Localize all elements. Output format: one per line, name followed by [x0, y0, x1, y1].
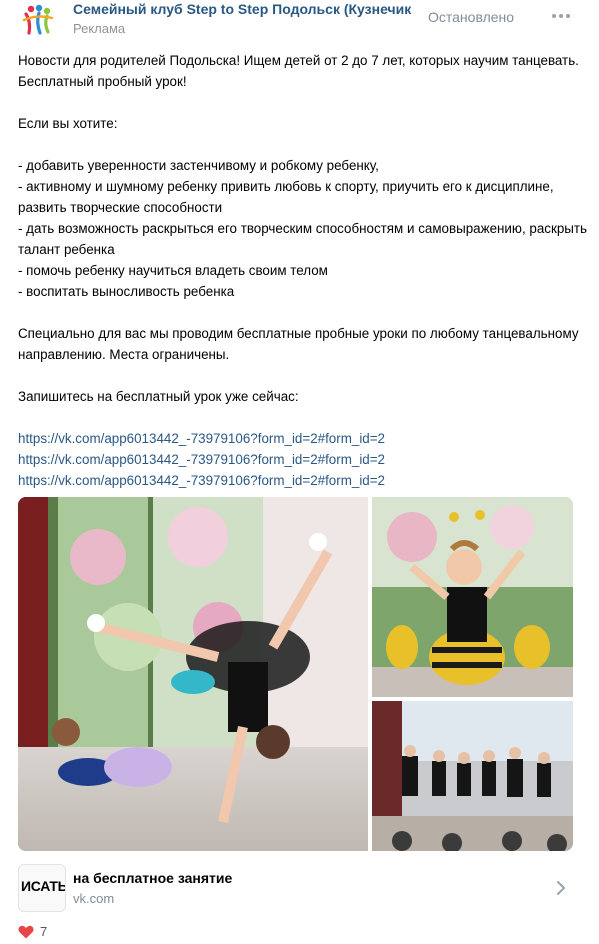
- club-name-link[interactable]: Семейный клуб Step to Step Подольск (Куз…: [73, 1, 411, 18]
- link-card[interactable]: ИСАТЬ на бесплатное занятие vk.com: [0, 860, 599, 916]
- chevron-right-icon[interactable]: [555, 879, 567, 897]
- post-signup-call: Запишитесь на бесплатный урок уже сейчас…: [18, 389, 299, 404]
- signup-link[interactable]: https://vk.com/app6013442_-73979106?form…: [18, 470, 588, 491]
- signup-link[interactable]: https://vk.com/app6013442_-73979106?form…: [18, 428, 588, 449]
- ad-label: Реклама: [73, 21, 126, 36]
- like-count: 7: [40, 924, 48, 939]
- club-avatar[interactable]: [18, 0, 58, 40]
- heart-icon: [18, 925, 34, 939]
- post-header: Семейный клуб Step to Step Подольск (Куз…: [0, 0, 599, 44]
- more-options-icon[interactable]: [550, 5, 572, 27]
- link-card-title[interactable]: на бесплатное занятие: [73, 870, 232, 886]
- link-card-thumbnail: ИСАТЬ: [18, 864, 66, 912]
- link-card-domain: vk.com: [73, 891, 115, 906]
- bullet-item: - помочь ребенку научиться владеть своим…: [18, 263, 328, 278]
- ad-status: Остановлено: [428, 9, 515, 25]
- photo-group-dance[interactable]: [372, 701, 573, 851]
- thumb-text: ИСАТЬ: [21, 878, 66, 894]
- bullet-item: - дать возможность раскрыться его творче…: [18, 221, 588, 257]
- bullet-item: - активному и шумному ребенку привить лю…: [18, 179, 554, 215]
- post-intro: Новости для родителей Подольска! Ищем де…: [18, 53, 579, 89]
- post-text: Новости для родителей Подольска! Ищем де…: [18, 50, 588, 491]
- bullet-item: - воспитать выносливость ребенка: [18, 284, 235, 299]
- bullet-item: - добавить уверенности застенчивому и ро…: [18, 158, 379, 173]
- photo-bee-girl[interactable]: [372, 497, 573, 697]
- photo-dancer-handstand[interactable]: [18, 497, 368, 851]
- signup-link[interactable]: https://vk.com/app6013442_-73979106?form…: [18, 449, 588, 470]
- post-if-you-want: Если вы хотите:: [18, 116, 118, 131]
- post-special-offer: Специально для вас мы проводим бесплатны…: [18, 326, 579, 362]
